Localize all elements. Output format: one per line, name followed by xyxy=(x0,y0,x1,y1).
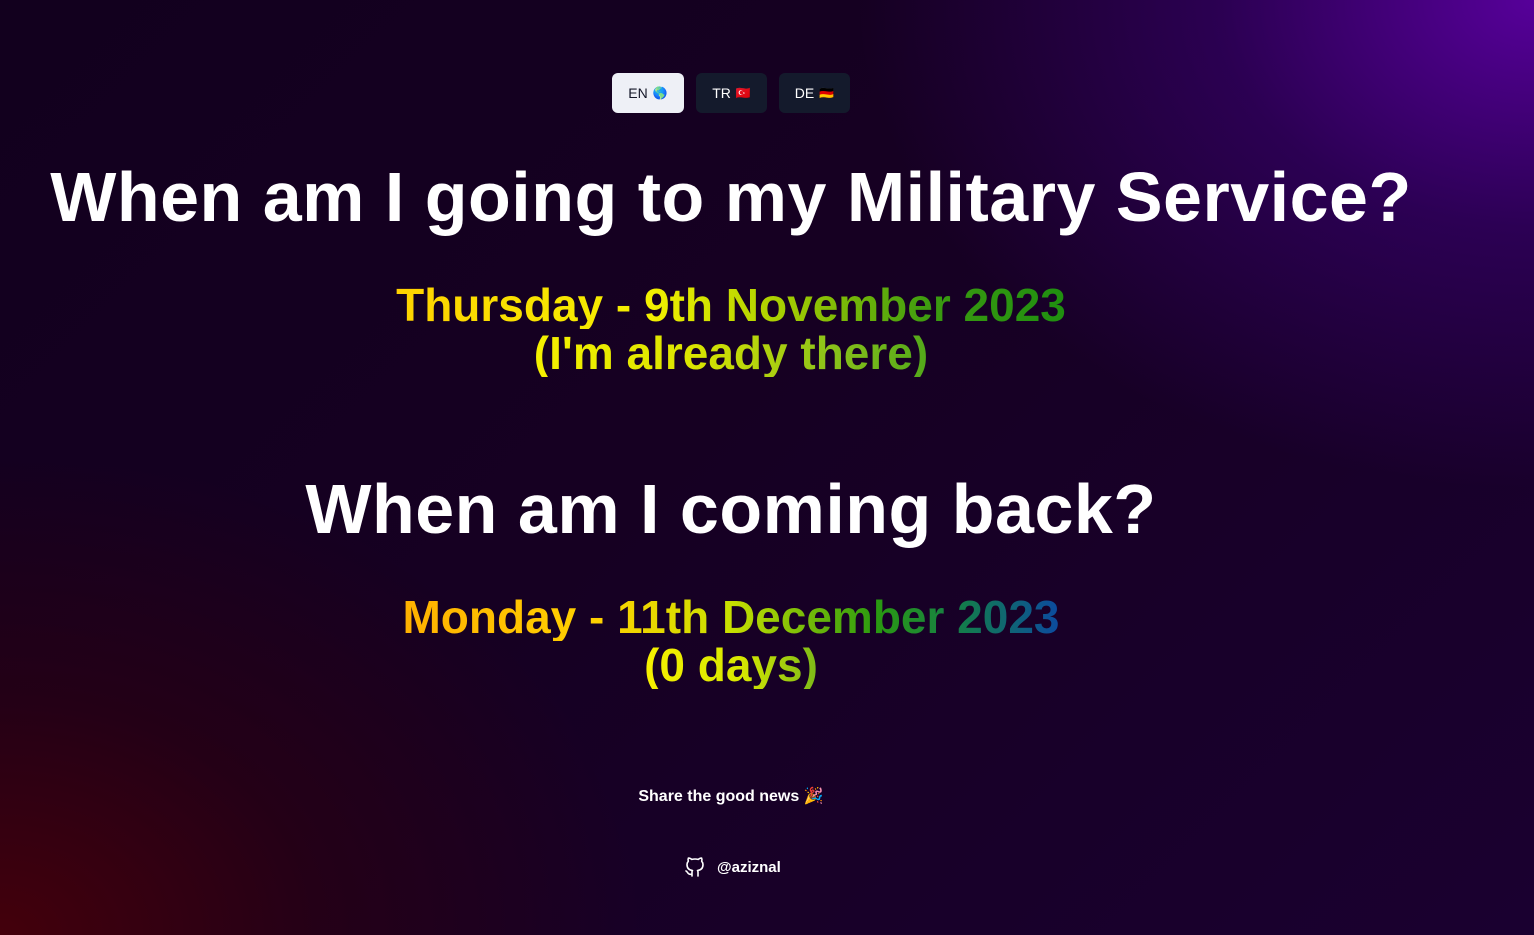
going-date-block: Thursday - 9th November 2023 (I'm alread… xyxy=(0,281,1462,377)
going-date: Thursday - 9th November 2023 xyxy=(396,279,1066,331)
github-link[interactable]: @aziznal xyxy=(683,855,781,879)
back-date-block: Monday - 11th December 2023 (0 days) xyxy=(0,593,1462,689)
github-handle: @aziznal xyxy=(717,858,781,876)
going-status: (I'm already there) xyxy=(533,327,929,379)
language-button-de[interactable]: DE 🇩🇪 xyxy=(779,73,850,113)
github-icon xyxy=(685,857,704,877)
back-status: (0 days) xyxy=(644,639,818,691)
turkey-flag-icon: 🇹🇷 xyxy=(735,86,751,100)
back-question-heading: When am I coming back? xyxy=(305,470,1157,548)
going-question-heading: When am I going to my Military Service? xyxy=(50,158,1412,236)
language-button-en[interactable]: EN 🌎 xyxy=(612,73,684,113)
share-button[interactable]: Share the good news 🎉 xyxy=(0,786,1462,806)
language-code: DE xyxy=(794,85,815,101)
language-code: TR xyxy=(712,85,731,101)
language-switcher: EN 🌎 TR 🇹🇷 DE 🇩🇪 xyxy=(612,73,850,113)
germany-flag-icon: 🇩🇪 xyxy=(819,86,835,100)
globe-icon: 🌎 xyxy=(652,86,668,100)
language-button-tr[interactable]: TR 🇹🇷 xyxy=(696,73,767,113)
back-date: Monday - 11th December 2023 xyxy=(402,591,1060,643)
language-code: EN xyxy=(628,85,648,101)
